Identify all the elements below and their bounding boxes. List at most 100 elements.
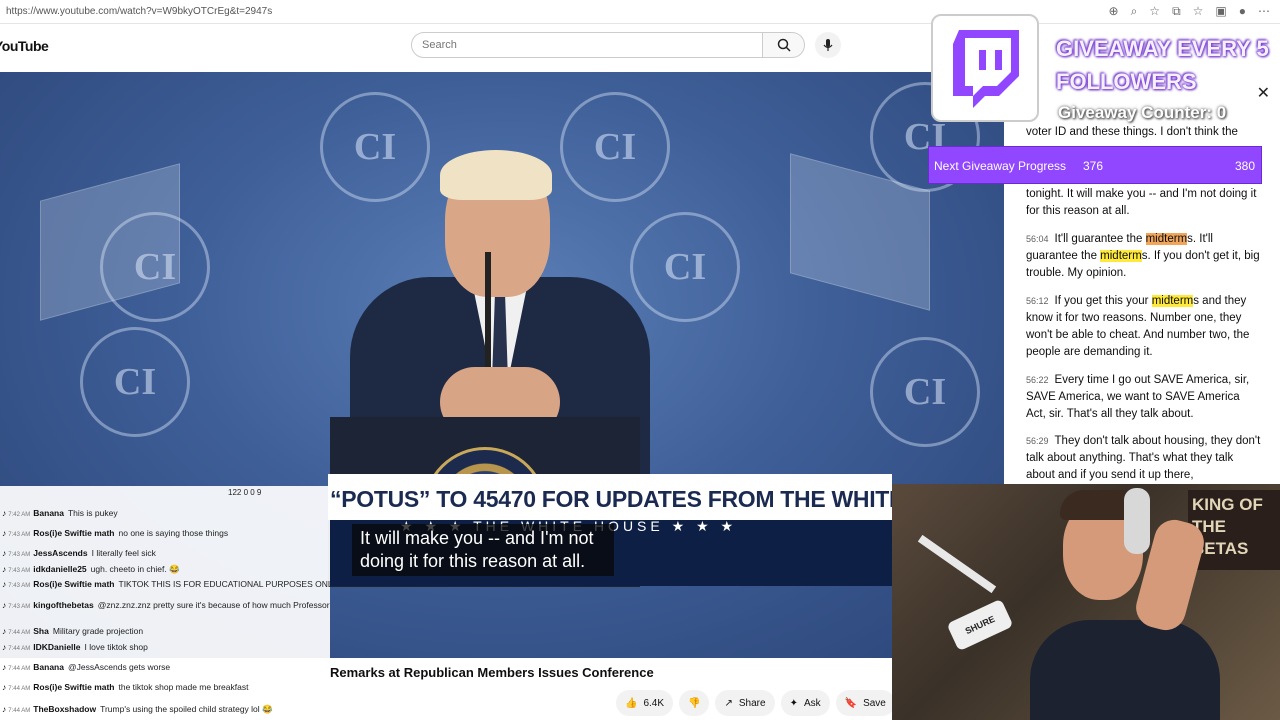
browser-url-bar[interactable]: https://www.youtube.com/watch?v=W9bkyOTC… [0, 0, 1280, 24]
chat-message: ♪ 7:43 AM idkdanielle25 ugh. cheeto in chie… [2, 564, 328, 576]
progress-label: Next Giveaway Progress [934, 159, 1067, 173]
segment-timestamp[interactable]: 56:04 [1026, 234, 1049, 244]
chat-text: I literally feel sick [91, 548, 156, 558]
transcript-segment[interactable]: tonight. It will make you -- and I'm not… [1026, 186, 1261, 220]
chat-username: Ros(i)e Swiftie math [33, 682, 115, 692]
search-highlight: midterm [1100, 250, 1142, 262]
ci-logo-watermark: CI [320, 92, 430, 202]
sparkle-icon: ✦ [789, 697, 798, 709]
share-label: Share [738, 697, 766, 709]
chat-timestamp: 7:44 AM [8, 646, 31, 652]
chat-message: ♪ 7:42 AM Banana This is pukey [2, 508, 328, 520]
video-title: Remarks at Republican Members Issues Con… [330, 665, 654, 680]
chat-username: Ros(i)e Swiftie math [33, 579, 115, 589]
url-text[interactable]: https://www.youtube.com/watch?v=W9bkyOTC… [6, 6, 272, 17]
chat-message: ♪ 7:44 AM Banana @JessAscends gets worse [2, 662, 328, 674]
chat-timestamp: 7:43 AM [8, 583, 31, 589]
tiktok-icon: ♪ [2, 704, 7, 714]
segment-text: Every time I go out SAVE America, sir, S… [1026, 374, 1250, 420]
bookmark-icon: 🔖 [844, 697, 858, 709]
segment-timestamp[interactable]: 56:12 [1026, 296, 1049, 306]
chat-message: ♪ 7:44 AM Sha Military grade projection [2, 626, 328, 638]
segment-text: If you get this your [1054, 295, 1152, 307]
chat-text: Military grade projection [52, 626, 144, 636]
ci-logo-watermark: CI [80, 327, 190, 437]
ask-button[interactable]: ✦ Ask [780, 690, 830, 716]
transcript-segment[interactable]: 56:04 It'll guarantee the midterms. It'll… [1026, 231, 1261, 282]
chat-message: ♪ 7:44 AM TheBoxshadow Trump's using the sp… [2, 704, 328, 716]
ci-logo-watermark: CI [630, 212, 740, 322]
tiktok-icon: ♪ [2, 600, 7, 610]
browser-toolbar: ⊕ ⌕ ☆ ⧉ ☆ ▣ ● ⋯ [1109, 4, 1271, 19]
save-button[interactable]: 🔖 Save [835, 690, 895, 716]
translate-icon[interactable]: ⊕ [1109, 4, 1119, 19]
search-button[interactable] [763, 32, 805, 58]
chat-timestamp: 7:44 AM [8, 630, 31, 636]
profile-icon[interactable]: ● [1239, 4, 1246, 19]
chat-username: kingofthebetas [33, 600, 94, 610]
star-icon[interactable]: ☆ [1149, 4, 1160, 19]
extensions-icon[interactable]: ⧉ [1172, 4, 1181, 19]
voice-search-button[interactable] [815, 32, 841, 58]
ask-label: Ask [803, 697, 821, 709]
segment-text: They don't talk about housing, they don'… [1026, 435, 1261, 481]
tiktok-icon: ♪ [2, 579, 7, 589]
caption-line: It will make you -- and I'm not [360, 528, 594, 548]
twitch-logo-box [931, 14, 1039, 122]
closed-caption: It will make you -- and I'm not doing it… [352, 524, 614, 576]
tiktok-icon: ♪ [2, 564, 7, 574]
ci-logo-watermark: CI [560, 92, 670, 202]
save-label: Save [863, 697, 886, 709]
transcript-segment[interactable]: 56:29 They don't talk about housing, they… [1026, 433, 1261, 484]
like-button[interactable]: 👍 6.4K [616, 690, 674, 716]
segment-timestamp[interactable]: 56:22 [1026, 375, 1049, 385]
caption-line: doing it for this reason at all. [360, 551, 586, 571]
webcam-sign: KING OF THE BETAS [1188, 490, 1280, 570]
chat-username: IDKDanielle [33, 642, 81, 652]
zoom-icon[interactable]: ⌕ [1131, 4, 1138, 19]
transcript-segment[interactable]: 56:12 If you get this your midterms and t… [1026, 293, 1261, 361]
segment-text: It'll guarantee the [1054, 233, 1146, 245]
search-box[interactable] [411, 32, 763, 58]
collections-icon[interactable]: ▣ [1215, 4, 1226, 19]
tiktok-icon: ♪ [2, 682, 7, 692]
chat-username: TheBoxshadow [33, 704, 97, 714]
search-input[interactable] [412, 33, 762, 57]
youtube-logo[interactable]: YouTube [0, 38, 49, 54]
chat-username: Banana [33, 662, 64, 672]
search-highlight: midterm [1145, 233, 1188, 245]
transcript-segment[interactable]: 56:22 Every time I go out SAVE America, s… [1026, 372, 1261, 423]
favorites-icon[interactable]: ☆ [1193, 4, 1204, 19]
chat-text: Trump's using the spoiled child strategy… [100, 704, 273, 714]
chat-text: the tiktok shop made me breakfast [118, 682, 249, 692]
chat-username: idkdanielle25 [33, 564, 87, 574]
segment-timestamp[interactable]: 56:29 [1026, 436, 1049, 446]
like-count: 6.4K [643, 697, 665, 709]
speaker-hair [440, 150, 552, 200]
chat-timestamp: 7:44 AM [8, 666, 31, 672]
transcript-segment[interactable]: voter ID and these things. I don't think… [1026, 124, 1261, 141]
chat-message: ♪ 7:43 AM Ros(i)e Swiftie math no one is sa… [2, 528, 328, 540]
chat-timestamp: 7:44 AM [8, 708, 31, 714]
thumbs-down-icon: 👎 [688, 697, 701, 709]
dislike-button[interactable]: 👎 [679, 690, 710, 716]
more-icon[interactable]: ⋯ [1258, 4, 1270, 19]
giveaway-title: GIVEAWAY EVERY 5 FOLLOWERS [1056, 36, 1269, 94]
chat-text: TIKTOK THIS IS FOR EDUCATIONAL PURPOSES … [118, 579, 331, 589]
progress-current: 376 [1083, 159, 1104, 173]
chat-text: I love tiktok shop [84, 642, 148, 652]
tiktok-icon: ♪ [2, 662, 7, 672]
viewer-counts: 122 0 0 9 [228, 488, 262, 497]
headphones [1124, 488, 1150, 554]
chat-timestamp: 7:44 AM [8, 686, 31, 692]
chat-text: @JessAscends gets worse [67, 662, 171, 672]
segment-text: voter ID and these things. I don't think… [1026, 126, 1238, 138]
ci-logo-watermark: CI [870, 337, 980, 447]
giveaway-progress-bar: Next Giveaway Progress 376 380 [928, 146, 1262, 184]
chat-message: ♪ 7:44 AM Ros(i)e Swiftie math the tiktok s… [2, 682, 328, 694]
tiktok-icon: ♪ [2, 548, 7, 558]
chat-timestamp: 7:43 AM [8, 568, 31, 574]
chat-username: Ros(i)e Swiftie math [33, 528, 115, 538]
thumbs-up-icon: 👍 [625, 697, 638, 709]
share-button[interactable]: ↗ Share [715, 690, 775, 716]
